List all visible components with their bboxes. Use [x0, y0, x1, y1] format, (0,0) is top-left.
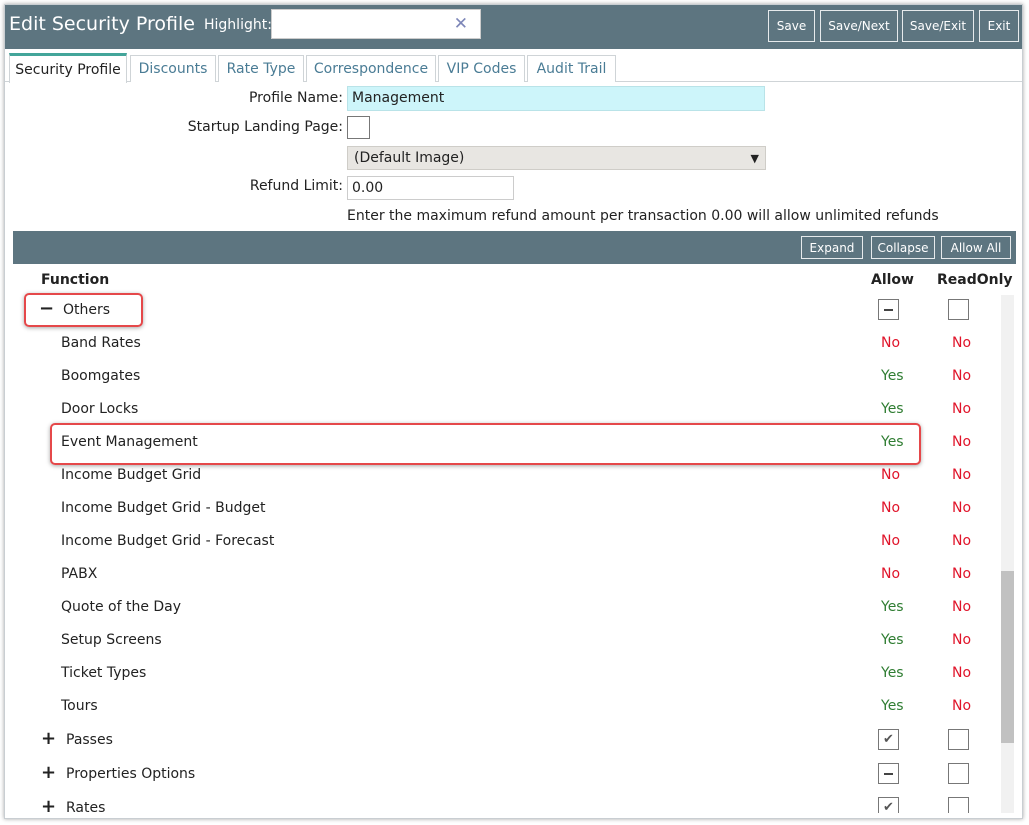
- allow-checkbox-others[interactable]: [878, 299, 899, 320]
- readonly-value[interactable]: No: [952, 533, 971, 549]
- readonly-value[interactable]: No: [952, 632, 971, 648]
- group-label-passes[interactable]: Passes: [66, 732, 113, 748]
- allow-value[interactable]: No: [881, 566, 900, 582]
- readonly-value[interactable]: No: [952, 500, 971, 516]
- list-item: Boomgates: [61, 368, 141, 384]
- profile-name-label: Profile Name:: [248, 90, 343, 106]
- readonly-checkbox-properties-options[interactable]: [948, 763, 969, 784]
- expand-group-icon[interactable]: +: [41, 796, 56, 813]
- allow-value[interactable]: No: [881, 467, 900, 483]
- readonly-checkbox-passes[interactable]: [948, 729, 969, 750]
- tab-bar: Security Profile Discounts Rate Type Cor…: [5, 49, 1022, 83]
- allow-value[interactable]: No: [881, 500, 900, 516]
- refund-limit-label: Refund Limit:: [249, 178, 343, 194]
- allow-checkbox-passes[interactable]: ✔: [878, 729, 899, 750]
- startup-landing-checkbox[interactable]: [347, 116, 370, 139]
- allow-value[interactable]: Yes: [881, 632, 904, 648]
- tab-rate-type[interactable]: Rate Type: [218, 55, 304, 82]
- readonly-value[interactable]: No: [952, 335, 971, 351]
- list-item: Income Budget Grid - Budget: [61, 500, 266, 516]
- allow-checkbox-rates[interactable]: ✔: [878, 797, 899, 813]
- function-toolbar: Expand Collapse Allow All: [13, 231, 1016, 264]
- list-item: PABX: [61, 566, 98, 582]
- function-list: − Others Band Rates No No Boomgates Yes …: [13, 267, 1001, 813]
- page-title: Edit Security Profile: [9, 13, 195, 35]
- indeterminate-icon: [884, 772, 893, 775]
- list-item: Door Locks: [61, 401, 139, 417]
- list-item: Ticket Types: [61, 665, 147, 681]
- allow-value[interactable]: No: [881, 533, 900, 549]
- readonly-value[interactable]: No: [952, 566, 971, 582]
- readonly-checkbox-others[interactable]: [948, 299, 969, 320]
- checkmark-icon: ✔: [883, 732, 894, 747]
- readonly-value[interactable]: No: [952, 368, 971, 384]
- highlight-box-event-management: [50, 423, 921, 465]
- highlight-box-others: [24, 293, 143, 327]
- startup-landing-label: Startup Landing Page:: [187, 119, 343, 135]
- expand-button[interactable]: Expand: [801, 236, 863, 259]
- edit-security-profile-window: Edit Security Profile Highlight: ✕ Save …: [4, 4, 1023, 819]
- scrollbar-thumb[interactable]: [1001, 571, 1014, 743]
- tab-discounts[interactable]: Discounts: [130, 55, 216, 82]
- save-button[interactable]: Save: [768, 10, 815, 42]
- save-next-button[interactable]: Save/Next: [820, 10, 898, 42]
- refund-hint: Enter the maximum refund amount per tran…: [347, 208, 939, 224]
- collapse-button[interactable]: Collapse: [871, 236, 935, 259]
- readonly-value[interactable]: No: [952, 467, 971, 483]
- list-item: Income Budget Grid: [61, 467, 202, 483]
- checkmark-icon: ✔: [883, 800, 894, 813]
- tab-security-profile[interactable]: Security Profile: [9, 53, 127, 83]
- default-image-select[interactable]: (Default Image) ▼: [347, 146, 766, 170]
- tab-correspondence[interactable]: Correspondence: [306, 55, 436, 82]
- readonly-value[interactable]: No: [952, 401, 971, 417]
- list-item: Income Budget Grid - Forecast: [61, 533, 275, 549]
- default-image-value: (Default Image): [354, 150, 465, 166]
- expand-group-icon[interactable]: +: [41, 728, 56, 749]
- group-label-properties-options[interactable]: Properties Options: [66, 766, 195, 782]
- list-item: Quote of the Day: [61, 599, 182, 615]
- allow-value[interactable]: Yes: [881, 665, 904, 681]
- chevron-down-icon: ▼: [750, 151, 759, 165]
- highlight-field: ✕: [271, 9, 481, 39]
- expand-group-icon[interactable]: +: [41, 762, 56, 783]
- allow-checkbox-properties-options[interactable]: [878, 763, 899, 784]
- refund-limit-input[interactable]: 0.00: [347, 176, 514, 200]
- allow-all-button[interactable]: Allow All: [941, 236, 1011, 259]
- tab-audit-trail[interactable]: Audit Trail: [527, 55, 616, 82]
- readonly-value[interactable]: No: [952, 698, 971, 714]
- readonly-value[interactable]: No: [952, 599, 971, 615]
- indeterminate-icon: [884, 308, 893, 311]
- readonly-value[interactable]: No: [952, 665, 971, 681]
- allow-value[interactable]: Yes: [881, 599, 904, 615]
- list-item: Setup Screens: [61, 632, 162, 648]
- list-item: Band Rates: [61, 335, 141, 351]
- allow-value[interactable]: Yes: [881, 368, 904, 384]
- exit-button[interactable]: Exit: [979, 10, 1019, 42]
- group-label-rates[interactable]: Rates: [66, 800, 105, 813]
- tab-vip-codes[interactable]: VIP Codes: [438, 55, 525, 82]
- profile-name-input[interactable]: Management: [347, 86, 765, 111]
- save-exit-button[interactable]: Save/Exit: [902, 10, 974, 42]
- allow-value[interactable]: Yes: [881, 698, 904, 714]
- header-bar: Edit Security Profile Highlight: ✕ Save …: [5, 5, 1022, 49]
- highlight-input[interactable]: [272, 10, 442, 38]
- list-item: Tours: [61, 698, 98, 714]
- readonly-value[interactable]: No: [952, 434, 971, 450]
- allow-value[interactable]: No: [881, 335, 900, 351]
- close-icon[interactable]: ✕: [454, 14, 468, 34]
- readonly-checkbox-rates[interactable]: [948, 797, 969, 813]
- highlight-label: Highlight:: [204, 17, 272, 33]
- allow-value[interactable]: Yes: [881, 401, 904, 417]
